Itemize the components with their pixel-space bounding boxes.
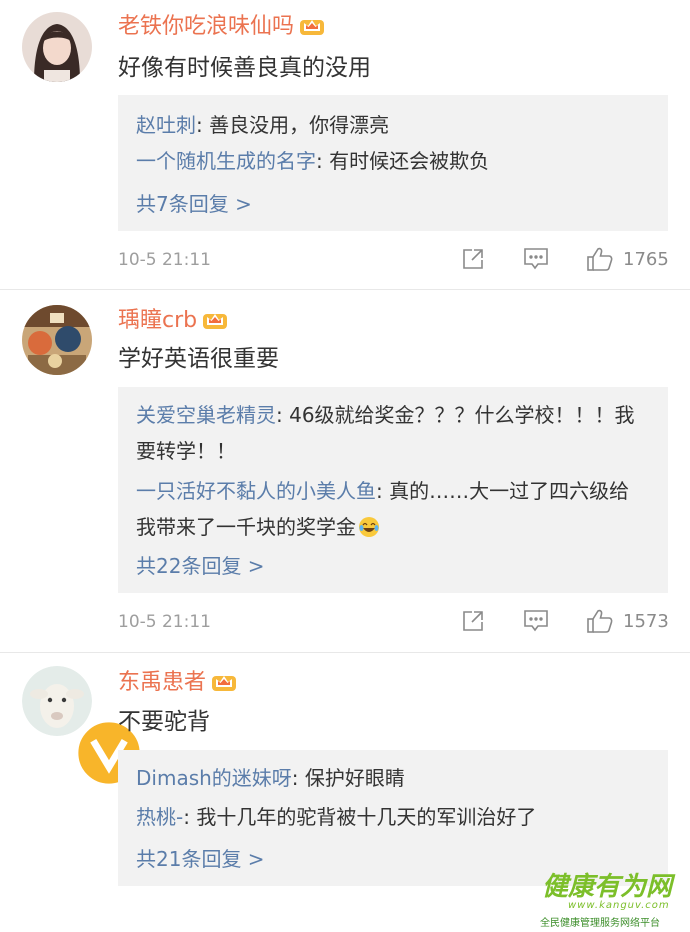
username[interactable]: 东禹患者 [118,670,237,696]
reply-text: 有时候还会被欺负 [329,149,490,173]
more-replies-link[interactable]: 共22条回复 > [136,553,265,579]
username[interactable]: 老铁你吃浪味仙吗 [118,14,325,40]
reply-text: 我十几年的驼背被十几天的军训治好了 [196,805,537,829]
crown-badge-icon [202,308,228,330]
reply-2: 热桃-: 我十几年的驼背被十几天的军训治好了 [136,805,537,829]
like-icon[interactable] [586,246,614,272]
username[interactable]: 瑀瞳crb [118,308,228,334]
reply-text: 善良没用，你得漂亮 [209,113,390,137]
reply-box[interactable]: 赵吐刺: 善良没用，你得漂亮 一个随机生成的名字: 有时候还会被欺负 共7条回复… [118,95,668,231]
comment-text: 学好英语很重要 [118,346,279,372]
timestamp: 10-5 21:11 [118,250,211,270]
emoji-laugh-icon [358,513,380,549]
reply-username[interactable]: 关爱空巢老精灵 [136,403,276,427]
crown-badge-icon [299,14,325,36]
reply-1: 赵吐刺: 善良没用，你得漂亮 [136,113,390,137]
site-watermark: 健康有为网 www.kanguv.com 全民健康管理服务网络平台 [538,864,686,930]
reply-text: 保护好眼睛 [304,766,405,790]
reply-1: Dimash的迷妹呀: 保护好眼睛 [136,766,405,790]
comment-icon[interactable] [522,608,550,634]
timestamp: 10-5 21:11 [118,612,211,632]
more-replies-link[interactable]: 共7条回复 > [136,191,252,217]
comment-icon[interactable] [522,246,550,272]
user-avatar[interactable] [22,305,92,375]
like-icon[interactable] [586,608,614,634]
watermark-url: www.kanguv.com [568,900,670,911]
user-avatar[interactable] [22,666,144,788]
watermark-slogan: 全民健康管理服务网络平台 [540,918,660,929]
like-count: 1573 [623,611,669,632]
reply-username[interactable]: Dimash的迷妹呀 [136,766,292,790]
comment-text: 不要驼背 [118,709,210,735]
reply-box[interactable]: 关爱空巢老精灵: 46级就给奖金？？？什么学校！！！我要转学！！ 一只活好不黏人… [118,387,668,593]
watermark-title: 健康有为网 [542,872,673,902]
crown-badge-icon [211,670,237,692]
reply-1: 关爱空巢老精灵: 46级就给奖金？？？什么学校！！！我要转学！！ [136,403,635,463]
share-icon[interactable] [460,246,486,272]
comment-footer: 10-5 21:11 1573 [118,608,678,636]
divider [0,289,690,290]
reply-username[interactable]: 一个随机生成的名字 [136,149,316,173]
reply-username[interactable]: 赵吐刺 [136,113,196,137]
reply-username[interactable]: 一只活好不黏人的小美人鱼 [136,479,376,503]
reply-username[interactable]: 热桃- [136,805,183,829]
comment-footer: 10-5 21:11 1765 [118,246,678,274]
user-avatar[interactable] [22,12,92,82]
reply-2: 一个随机生成的名字: 有时候还会被欺负 [136,149,490,173]
more-replies-link[interactable]: 共21条回复 > [136,846,265,872]
comment-text: 好像有时候善良真的没用 [118,55,371,81]
reply-2: 一只活好不黏人的小美人鱼: 真的……大一过了四六级给我带来了一千块的奖学金 [136,473,646,549]
share-icon[interactable] [460,608,486,634]
like-count: 1765 [623,249,669,270]
divider [0,652,690,653]
